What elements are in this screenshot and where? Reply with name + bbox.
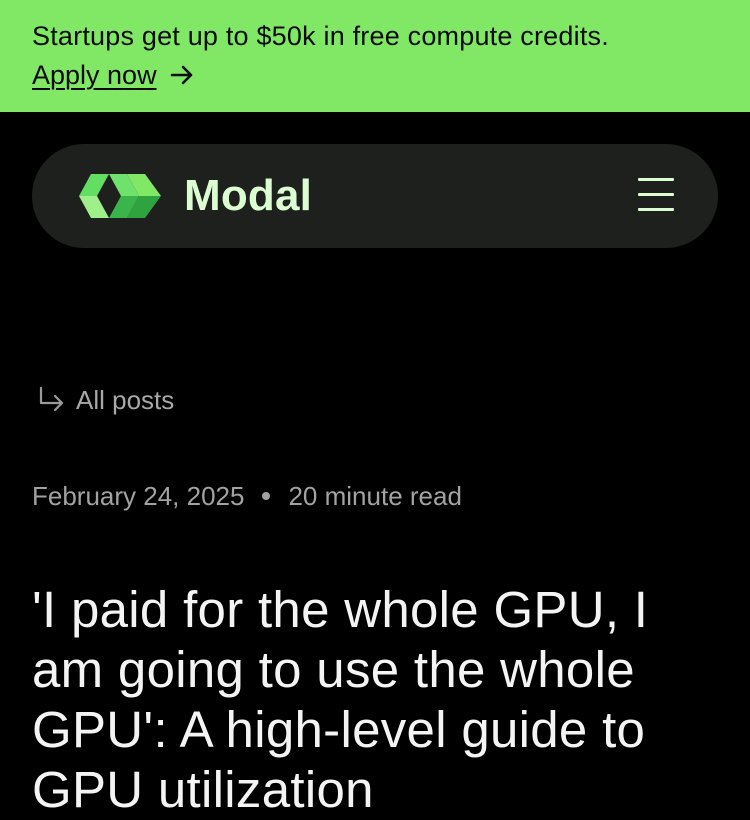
brand-name: Modal	[184, 171, 313, 220]
home-logo-link[interactable]: Modal	[78, 172, 312, 220]
all-posts-link[interactable]: All posts	[36, 382, 174, 418]
site-header: Modal	[32, 144, 718, 248]
promo-banner: Startups get up to $50k in free compute …	[0, 0, 750, 112]
arrow-right-icon	[170, 65, 192, 85]
post-date: February 24, 2025	[32, 481, 245, 511]
apply-now-label: Apply now	[32, 60, 157, 90]
read-time: 20 minute read	[288, 481, 462, 511]
apply-now-link[interactable]: Apply now	[32, 58, 195, 92]
modal-logo-icon	[79, 174, 161, 218]
hamburger-menu-icon[interactable]	[638, 178, 674, 212]
meta-separator-dot	[262, 492, 271, 500]
return-arrow-icon	[39, 386, 64, 412]
post-meta: February 24, 2025 20 minute read	[32, 478, 462, 514]
post-title: 'I paid for the whole GPU, I am going to…	[32, 581, 649, 818]
all-posts-label: All posts	[76, 385, 175, 415]
promo-banner-text: Startups get up to $50k in free compute …	[32, 21, 609, 51]
